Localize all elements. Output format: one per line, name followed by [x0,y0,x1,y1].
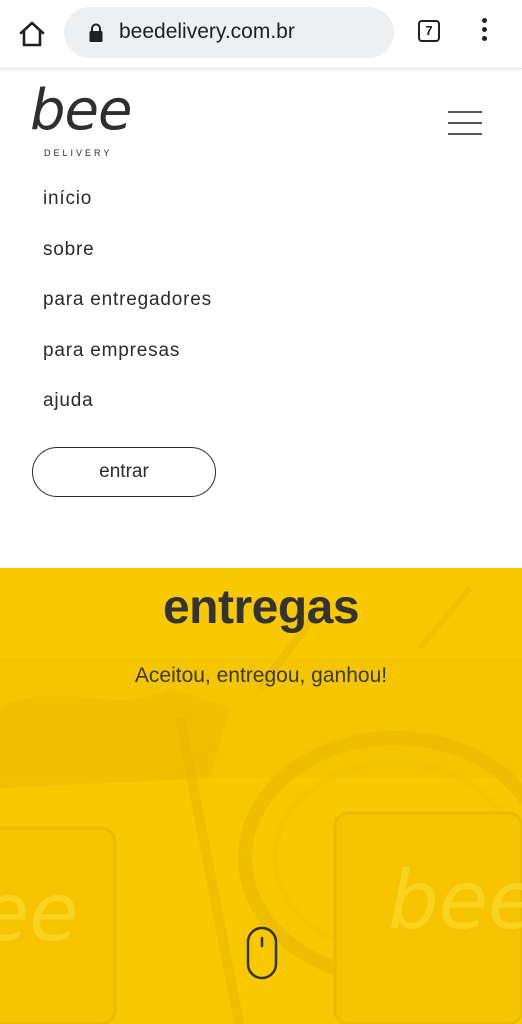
nav-item-empresas[interactable]: para empresas [43,337,212,388]
svg-text:bee: bee [388,854,522,947]
browser-toolbar: beedelivery.com.br 7 [0,0,522,69]
nav-item-inicio[interactable]: início [43,185,212,236]
nav-item-sobre[interactable]: sobre [43,236,212,287]
lock-icon [89,23,103,42]
main-nav: início sobre para entregadores para empr… [43,185,212,438]
more-vert-icon[interactable] [478,18,490,46]
enter-button[interactable]: entrar [32,447,216,497]
address-bar[interactable]: beedelivery.com.br [64,7,394,58]
logo-subtitle: DELIVERY [44,148,113,158]
hero-section: bee ee entregas Aceitou, entregou, ganho… [0,568,522,1024]
tab-switcher-button[interactable]: 7 [418,20,440,42]
mouse-scroll-icon[interactable] [246,926,278,980]
hero-subtitle: Aceitou, entregou, ganhou! [134,664,388,687]
hamburger-menu-icon[interactable] [448,111,482,137]
logo-word: bee [30,78,132,143]
hero-title: entregas [162,581,360,634]
url-text: beedelivery.com.br [119,20,295,43]
home-icon[interactable] [17,19,47,49]
nav-item-ajuda[interactable]: ajuda [43,387,212,438]
svg-text:ee: ee [0,866,78,959]
site-logo[interactable]: bee DELIVERY [30,78,140,160]
nav-item-entregadores[interactable]: para entregadores [43,286,212,337]
